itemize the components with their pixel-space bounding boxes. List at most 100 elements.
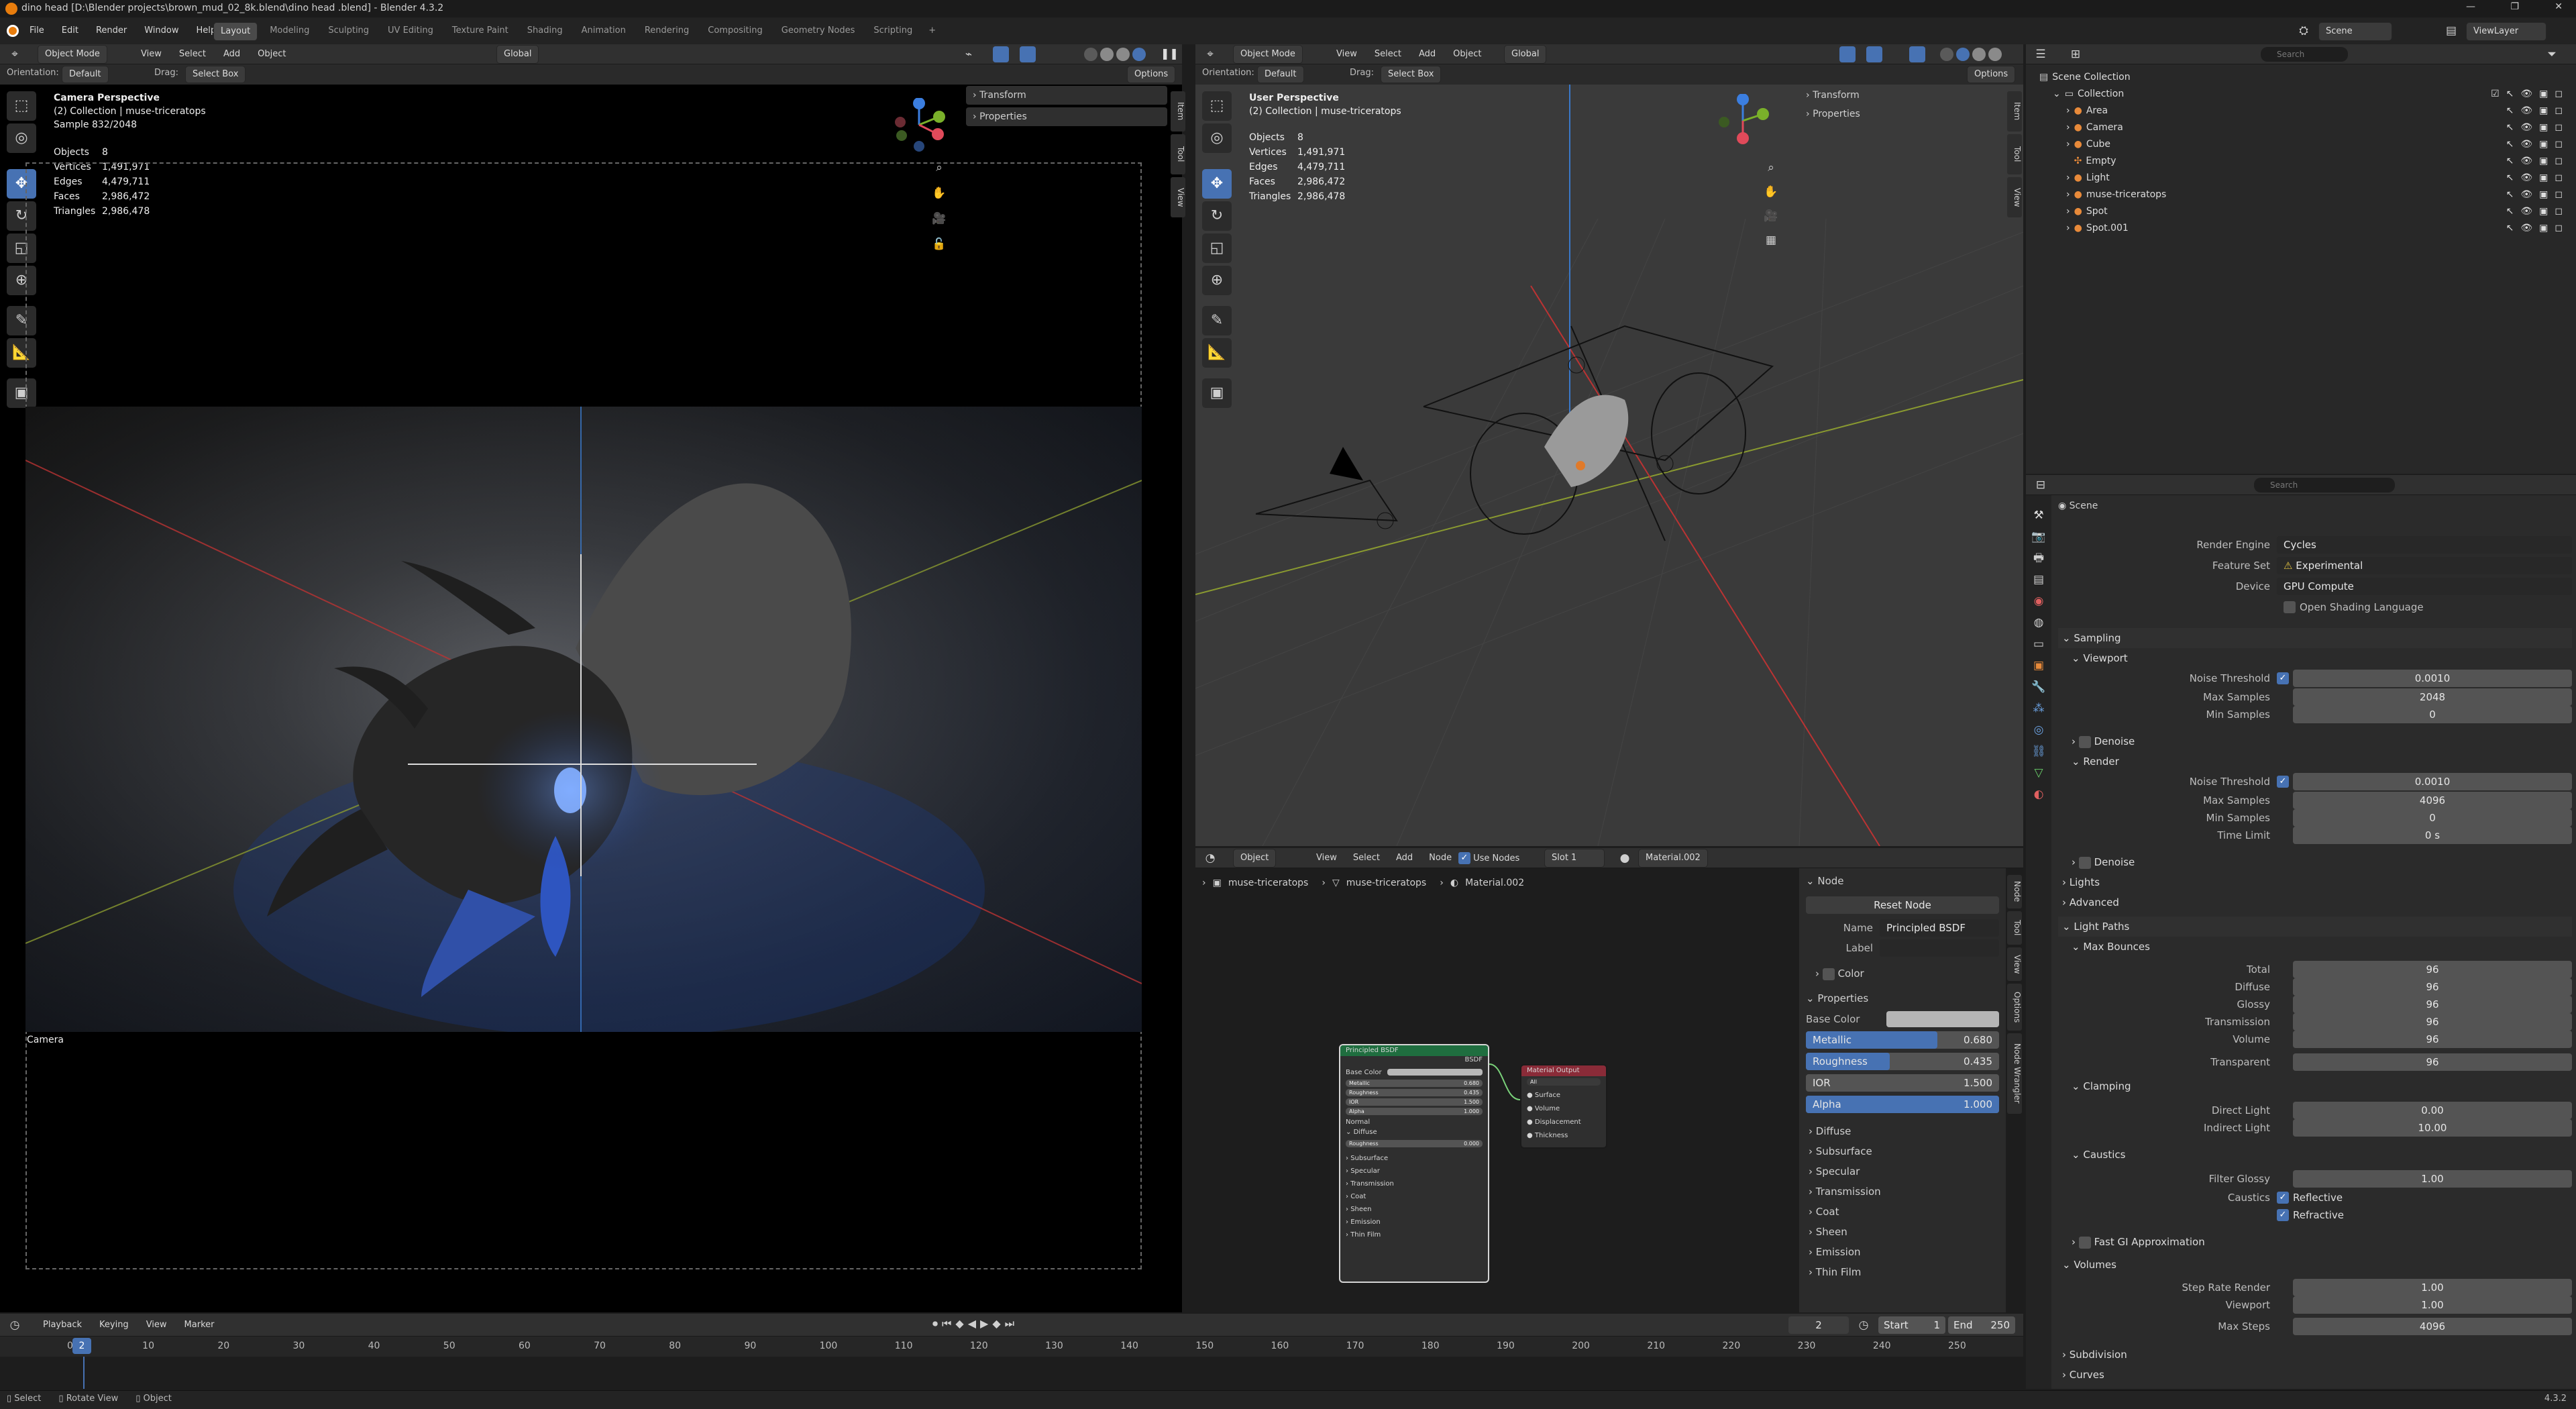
editor-type-icon[interactable]: ⌖ xyxy=(5,45,24,64)
alpha-field[interactable]: Alpha 1.000 xyxy=(1806,1095,1999,1113)
vp-max-samples-field[interactable]: 2048 xyxy=(2293,688,2572,706)
play-icon[interactable]: ▶ xyxy=(980,1317,988,1330)
shading-solid[interactable] xyxy=(1100,48,1114,61)
time-limit-field[interactable]: 0 s xyxy=(2293,827,2572,844)
side-tab-item[interactable]: Item xyxy=(2007,91,2022,132)
sheen-subpanel[interactable]: › Sheen xyxy=(1809,1222,1996,1242)
light-paths-panel[interactable]: ⌄ Light Paths xyxy=(2058,917,2572,937)
render-subpanel[interactable]: ⌄ Render xyxy=(2058,751,2572,772)
specular-subpanel[interactable]: › Specular xyxy=(1809,1161,1996,1182)
refractive-checkbox[interactable]: ✓ xyxy=(2277,1209,2289,1221)
base-color-field[interactable] xyxy=(1886,1010,1999,1027)
transparent-bounces-field[interactable]: 96 xyxy=(2293,1053,2572,1071)
grid-view-icon[interactable]: ▦ xyxy=(1762,231,1780,250)
tab-scripting[interactable]: Scripting xyxy=(867,22,919,41)
r-min-samples-field[interactable]: 0 xyxy=(2293,809,2572,827)
reflective-checkbox[interactable]: ✓ xyxy=(2277,1192,2289,1204)
menu-marker[interactable]: Marker xyxy=(184,1316,215,1334)
drag-dropdown[interactable]: Select Box xyxy=(1381,66,1442,83)
side-tab-tool[interactable]: Tool xyxy=(2007,911,2022,945)
r-denoise-subpanel[interactable]: › Denoise xyxy=(2058,852,2572,872)
emission-subpanel[interactable]: › Emission xyxy=(1809,1242,1996,1262)
shading-solid[interactable] xyxy=(1956,48,1970,61)
pause-render-icon[interactable]: ❚❚ xyxy=(1161,47,1179,60)
diffuse-subpanel[interactable]: › Diffuse xyxy=(1809,1121,1996,1141)
filter-icon[interactable]: ⏷ xyxy=(2542,45,2561,64)
transmission-subpanel[interactable]: › Transmission xyxy=(1809,1182,1996,1202)
r-noise-field[interactable]: 0.0010 xyxy=(2293,773,2572,790)
shading-rendered[interactable] xyxy=(1132,48,1146,61)
side-tab-tool[interactable]: Tool xyxy=(2007,134,2022,174)
menu-add[interactable]: Add xyxy=(223,46,240,63)
menu-edit[interactable]: Edit xyxy=(62,22,78,40)
constraints-tab-icon[interactable]: ⛓ xyxy=(2029,742,2048,761)
lock-icon[interactable]: 🔓 xyxy=(930,235,949,254)
tab-layout[interactable]: Layout xyxy=(213,22,258,41)
menu-add[interactable]: Add xyxy=(1419,46,1436,63)
cursor-tool[interactable]: ◎ xyxy=(1202,123,1232,153)
metallic-field[interactable]: Metallic 0.680 xyxy=(1806,1031,1999,1049)
scene-collection-row[interactable]: ▤ Scene Collection xyxy=(2039,68,2569,85)
select-box-tool[interactable]: ⬚ xyxy=(1202,91,1232,121)
indirect-light-field[interactable]: 10.00 xyxy=(2293,1119,2572,1137)
jump-start-icon[interactable]: ⏮ xyxy=(942,1317,951,1330)
menu-playback[interactable]: Playback xyxy=(43,1316,82,1334)
shading-material[interactable] xyxy=(1972,48,1986,61)
node-label-field[interactable] xyxy=(1880,939,1999,957)
view-layer-name[interactable]: ViewLayer xyxy=(2466,22,2546,41)
shading-wireframe[interactable] xyxy=(1084,48,1097,61)
ior-field[interactable]: IOR 1.500 xyxy=(1806,1074,1999,1092)
side-tab-view[interactable]: View xyxy=(1171,177,1185,217)
fast-gi-subpanel[interactable]: › Fast GI Approximation xyxy=(2058,1232,2572,1252)
properties-panel[interactable]: › Properties xyxy=(1799,105,2000,123)
world-tab-icon[interactable]: ◍ xyxy=(2029,613,2048,632)
outliner-search-input[interactable]: Search xyxy=(2261,47,2348,62)
display-mode-icon[interactable]: ⊞ xyxy=(2066,45,2085,64)
render-tab-icon[interactable]: 📷 xyxy=(2029,527,2048,546)
current-frame-field[interactable]: 2 xyxy=(1788,1316,1849,1334)
mode-dropdown[interactable]: Object Mode xyxy=(38,45,107,64)
orientation-dropdown[interactable]: Default xyxy=(1257,66,1304,83)
curves-panel[interactable]: › Curves xyxy=(2058,1365,2572,1385)
collection-row[interactable]: ⌄ ▭ Collection ☑↖👁▣◻ xyxy=(2039,85,2569,102)
move-tool[interactable]: ✥ xyxy=(1202,169,1232,199)
r-noise-checkbox[interactable]: ✓ xyxy=(2277,776,2289,788)
side-tab-node-wrangler[interactable]: Node Wrangler xyxy=(2007,1033,2022,1114)
camera-view-icon[interactable]: 🎥 xyxy=(930,209,949,228)
reset-node-button[interactable]: Reset Node xyxy=(1806,896,1999,914)
add-workspace-button[interactable]: + xyxy=(924,22,940,41)
device-dropdown[interactable]: GPU Compute xyxy=(2277,577,2572,595)
node-name-field[interactable]: Principled BSDF xyxy=(1880,919,1999,937)
annotate-tool[interactable]: ✎ xyxy=(1202,306,1232,335)
menu-select[interactable]: Select xyxy=(1375,46,1401,63)
menu-view[interactable]: View xyxy=(1336,46,1357,63)
output-tab-icon[interactable]: 🖶 xyxy=(2029,549,2048,568)
gizmo-toggle[interactable] xyxy=(993,46,1009,62)
side-tab-node[interactable]: Node xyxy=(2007,875,2022,908)
shading-material[interactable] xyxy=(1116,48,1130,61)
close-button[interactable]: ✕ xyxy=(2555,1,2563,12)
max-bounces-subpanel[interactable]: ⌄ Max Bounces xyxy=(2058,937,2572,957)
gizmo-toggle[interactable] xyxy=(1839,46,1856,62)
osl-checkbox[interactable] xyxy=(2284,601,2296,613)
max-steps-field[interactable]: 4096 xyxy=(2293,1318,2572,1335)
editor-type-icon[interactable]: ☰ xyxy=(2031,45,2050,64)
subdivision-panel[interactable]: › Subdivision xyxy=(2058,1345,2572,1365)
end-frame-field[interactable]: End 250 xyxy=(1948,1316,2015,1334)
viewport-subpanel[interactable]: ⌄ Viewport xyxy=(2058,648,2572,668)
overlay-toggle[interactable] xyxy=(1020,46,1036,62)
vp-denoise-subpanel[interactable]: › Denoise xyxy=(2058,731,2572,751)
zoom-icon[interactable]: ⌕ xyxy=(1762,158,1780,177)
tab-texture-paint[interactable]: Texture Paint xyxy=(445,22,515,41)
menu-keying[interactable]: Keying xyxy=(99,1316,129,1334)
filter-glossy-field[interactable]: 1.00 xyxy=(2293,1170,2572,1188)
tab-sculpting[interactable]: Sculpting xyxy=(321,22,376,41)
maximize-button[interactable]: ❐ xyxy=(2510,1,2519,12)
r-max-samples-field[interactable]: 4096 xyxy=(2293,792,2572,809)
play-reverse-icon[interactable]: ◀ xyxy=(968,1317,976,1330)
sampling-panel[interactable]: ⌄ Sampling xyxy=(2058,628,2572,648)
frame-ruler[interactable]: 0 10 20 30 40 50 60 70 80 90 100 110 120 130 140 150 160… xyxy=(0,1337,2023,1357)
vp-noise-field[interactable]: 0.0010 xyxy=(2293,670,2572,687)
material-tab-icon[interactable]: ◐ xyxy=(2029,785,2048,804)
menu-object[interactable]: Object xyxy=(258,46,286,63)
